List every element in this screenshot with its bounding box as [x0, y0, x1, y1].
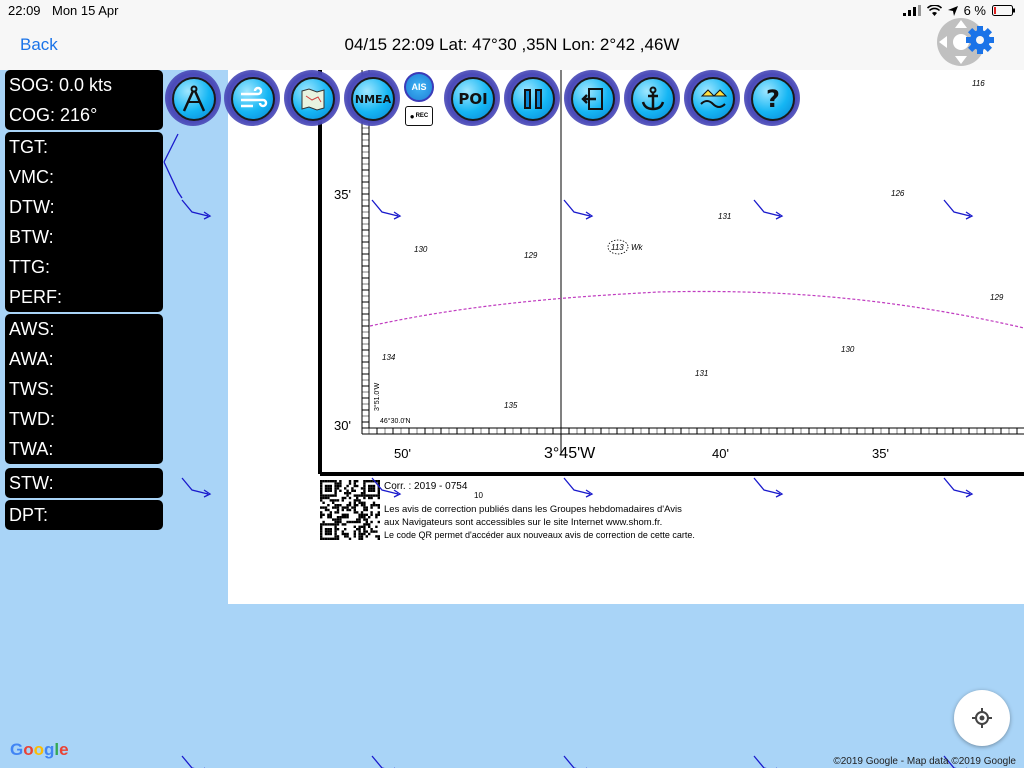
exit-button[interactable] [564, 70, 620, 126]
battery-icon [992, 5, 1015, 16]
wind-barb [181, 755, 206, 768]
aws-row: AWS: [9, 319, 55, 339]
help-button[interactable]: ? [744, 70, 800, 126]
twd-row: TWD: [9, 409, 55, 429]
awa-row: AWA: [9, 349, 54, 369]
record-button[interactable]: ● REC [405, 106, 433, 126]
stw-row: STW: [9, 473, 54, 493]
wind-barb [563, 755, 588, 768]
nmea-label: NMEA [351, 77, 395, 121]
anchor-button[interactable] [624, 70, 680, 126]
btw-row: BTW: [9, 227, 54, 247]
signal-icon [902, 5, 921, 16]
wind-barb [371, 477, 402, 498]
cog-row: COG: 216° [9, 105, 98, 125]
map-icon [301, 88, 325, 111]
dpt-row: DPT: [9, 505, 49, 525]
poi-label: POI [451, 77, 495, 121]
ais-button[interactable]: AIS [404, 72, 434, 102]
settings-icon [937, 18, 994, 66]
panel-wind: AWS: AWA: TWS: TWD: TWA: [5, 314, 163, 464]
panel-dpt: DPT: [5, 500, 163, 530]
wifi-icon [926, 5, 942, 16]
status-bar: 22:09 Mon 15 Apr 6 % [0, 0, 1024, 20]
wind-barb [181, 199, 212, 220]
panel-stw: STW: [5, 468, 163, 498]
panel-navigation: SOG: 0.0 kts COG: 216° [5, 70, 163, 130]
wind-icon [241, 86, 268, 108]
tide-icon [700, 89, 728, 108]
navigation-bar: Back 04/15 22:09 Lat: 47°30 ,35N Lon: 2°… [0, 20, 1024, 71]
pause-icon [524, 89, 542, 109]
nmea-button[interactable]: NMEA [344, 70, 400, 126]
wind-barb [563, 477, 594, 498]
my-location-button[interactable] [954, 690, 1010, 746]
dtw-row: DTW: [9, 197, 55, 217]
crosshair-icon [972, 708, 992, 728]
help-label: ? [751, 77, 795, 121]
anchor-icon [641, 86, 665, 111]
ttg-row: TTG: [9, 257, 50, 277]
sog-row: SOG: 0.0 kts [9, 75, 113, 95]
wind-barb [943, 477, 974, 498]
twa-row: TWA: [9, 439, 54, 459]
wind-barb [943, 199, 974, 220]
wind-barb [181, 477, 212, 498]
wind-barb [371, 755, 396, 768]
dividers-icon [182, 85, 206, 112]
google-logo: Google [10, 740, 69, 760]
poi-button[interactable]: POI [444, 70, 500, 126]
tws-row: TWS: [9, 379, 54, 399]
compass-tool-button[interactable] [165, 70, 221, 126]
wind-barb [753, 199, 784, 220]
wind-button[interactable] [224, 70, 280, 126]
charts-button[interactable] [284, 70, 340, 126]
settings-button[interactable] [934, 16, 1000, 74]
wind-barb [753, 755, 778, 768]
tgt-row: TGT: [9, 137, 48, 157]
status-time: 22:09 [8, 3, 41, 18]
pause-button[interactable] [504, 70, 560, 126]
wind-barb [563, 199, 594, 220]
perf-row: PERF: [9, 287, 63, 307]
location-arrow-icon [947, 5, 958, 16]
record-dot-icon: ● [409, 111, 415, 121]
panel-route: TGT: VMC: DTW: BTW: TTG: PERF: [5, 132, 163, 312]
tide-button[interactable] [684, 70, 740, 126]
map-attribution[interactable]: ©2019 Google - Map data ©2019 Google [833, 756, 1016, 767]
position-title: 04/15 22:09 Lat: 47°30 ,35N Lon: 2°42 ,4… [344, 35, 680, 54]
wind-barb [163, 133, 183, 199]
exit-icon [581, 88, 603, 110]
wind-barb [371, 199, 402, 220]
wind-barb [753, 477, 784, 498]
record-label: REC [415, 113, 429, 119]
status-date: Mon 15 Apr [52, 3, 119, 18]
vmc-row: VMC: [9, 167, 54, 187]
google-logo-text: Google [10, 740, 69, 759]
